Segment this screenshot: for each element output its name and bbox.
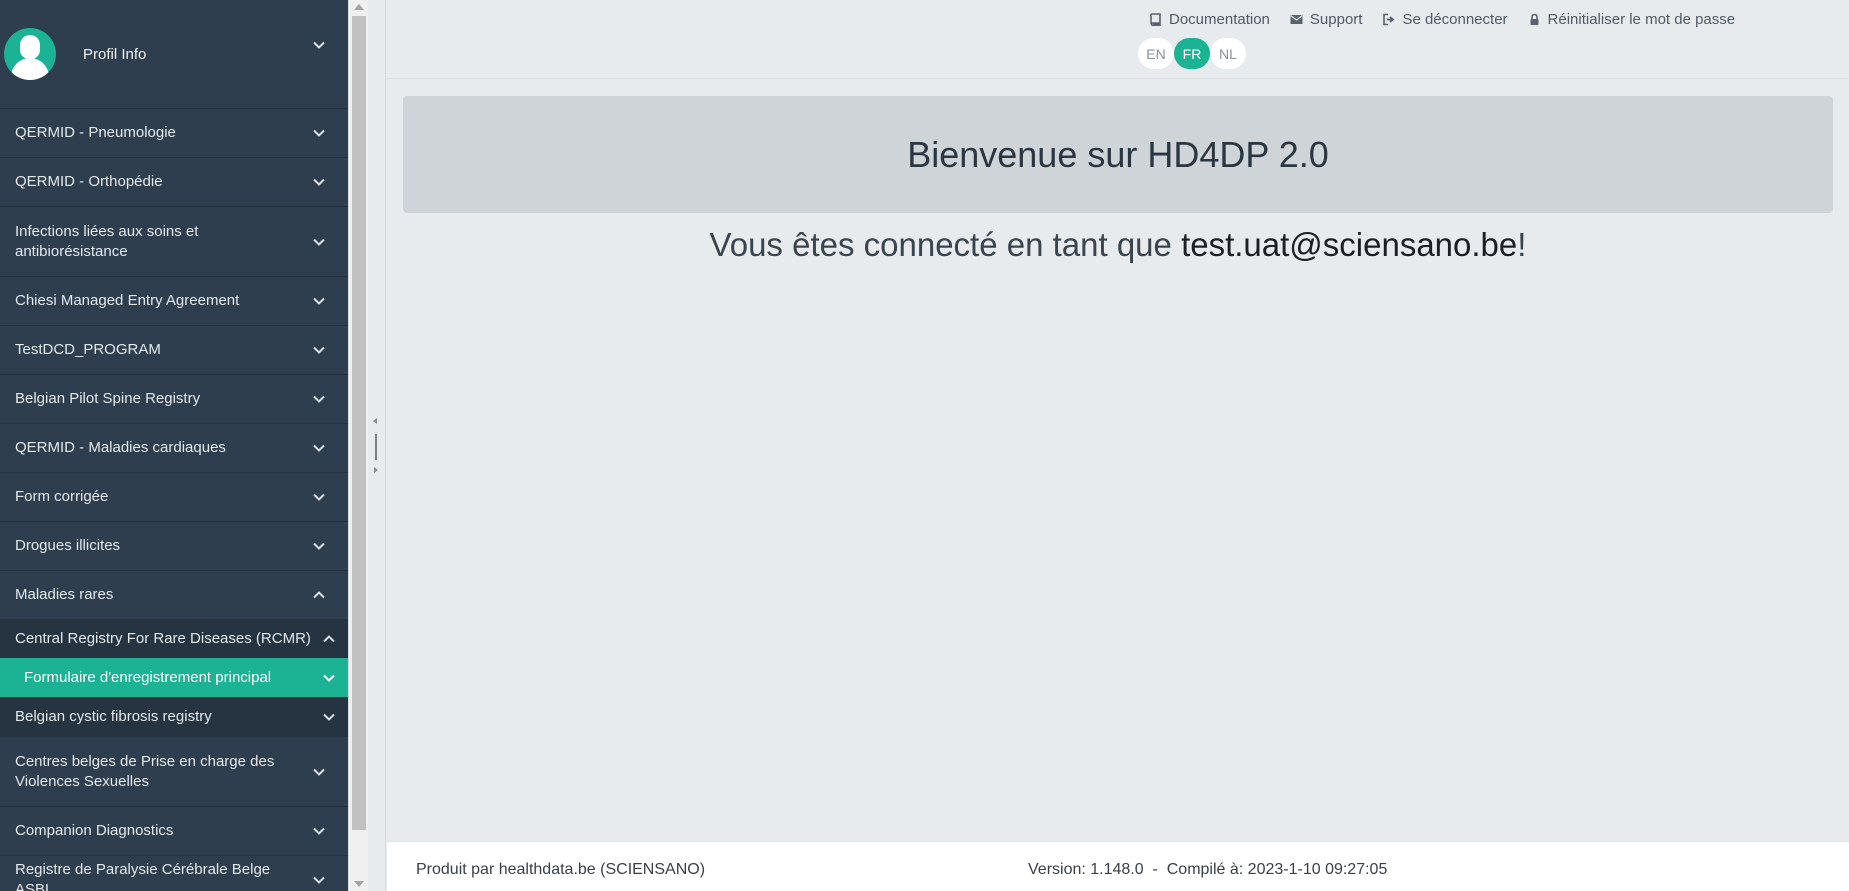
profile-label: Profil Info [83,45,147,63]
chevron-down-icon[interactable] [312,38,326,52]
footer-produced-by: Produit par healthdata.be (SCIENSANO) [416,861,706,878]
sidebar-item-label: QERMID - Maladies cardiaques [15,439,226,456]
connected-suffix: ! [1517,226,1527,263]
sidebar-subitem-cystic-fibrosis[interactable]: Belgian cystic fibrosis registry [0,697,348,736]
sidebar-scrollbar[interactable] [348,0,368,891]
sidebar-item-label: QERMID - Orthopédie [15,173,163,190]
user-email: test.uat@sciensano.be [1181,226,1518,263]
chevron-down-icon [312,343,326,357]
sidebar: Profil Info QERMID - Pneumologie QERMID … [0,0,348,891]
sidebar-subitem-label: Central Registry For Rare Diseases (RCMR… [15,630,311,647]
envelope-icon [1290,15,1303,24]
sidebar-item-qermid-cardiaques[interactable]: QERMID - Maladies cardiaques [0,423,348,472]
sidebar-subitem-rcmr[interactable]: Central Registry For Rare Diseases (RCMR… [0,619,348,658]
sidebar-subitem-label: Formulaire d'enregistrement principal [24,669,272,686]
chevron-down-icon [312,441,326,455]
top-links: Documentation Support Se déconnecter Réi… [1149,11,1735,28]
sidebar-item-label: Form corrigée [15,488,109,505]
scrollbar-thumb[interactable] [352,16,366,830]
scroll-down-arrow-icon[interactable] [354,881,364,887]
sidebar-item-label: QERMID - Pneumologie [15,124,176,141]
chevron-down-icon [322,710,336,724]
documentation-link[interactable]: Documentation [1149,11,1270,28]
profile-section[interactable]: Profil Info [0,0,348,108]
sidebar-item-drogues-illicites[interactable]: Drogues illicites [0,521,348,570]
drag-handle-icon[interactable] [375,434,377,460]
reset-password-link[interactable]: Réinitialiser le mot de passe [1528,11,1736,28]
sidebar-item-paralysie-cerebrale[interactable]: Registre de Paralysie Cérébrale Belge AS… [0,855,348,891]
chevron-up-icon [322,632,336,646]
lang-fr-button[interactable]: FR [1174,38,1210,69]
sign-out-icon [1383,13,1395,26]
chevron-down-icon [312,824,326,838]
chevron-down-icon [312,873,326,887]
sidebar-item-label: Chiesi Managed Entry Agreement [15,292,240,309]
support-label: Support [1309,11,1363,28]
sidebar-item-violences-sexuelles[interactable]: Centres belges de Prise en charge des Vi… [0,736,348,806]
chevron-up-icon [312,588,326,602]
footer-version: Version: 1.148.0 - Compilé à: 2023-1-10 … [1028,861,1388,878]
chevron-down-icon [312,126,326,140]
sidebar-item-label: Registre de Paralysie Cérébrale Belge AS… [15,861,271,891]
sidebar-item-label: Belgian Pilot Spine Registry [15,390,201,407]
logout-label: Se déconnecter [1402,11,1508,28]
lang-nl-button[interactable]: NL [1210,38,1246,69]
documentation-label: Documentation [1169,11,1270,28]
collapse-left-icon[interactable] [373,418,377,424]
scroll-up-arrow-icon[interactable] [354,4,364,10]
sidebar-item-label: Centres belges de Prise en charge des Vi… [15,752,275,790]
sidebar-item-label: Maladies rares [15,586,114,603]
welcome-title: Bienvenue sur HD4DP 2.0 [907,133,1329,175]
connected-as-text: Vous êtes connecté en tant que test.uat@… [403,226,1833,264]
sidebar-item-infections[interactable]: Infections liées aux soins et antibiorés… [0,206,348,276]
chevron-down-icon [312,392,326,406]
panel-splitter[interactable] [368,0,386,891]
chevron-down-icon [312,175,326,189]
chevron-down-icon [312,294,326,308]
chevron-down-icon [312,539,326,553]
lang-en-button[interactable]: EN [1138,38,1174,69]
sidebar-item-label: Drogues illicites [15,537,121,554]
reset-password-label: Réinitialiser le mot de passe [1547,11,1736,28]
avatar [4,28,56,80]
chevron-down-icon [312,765,326,779]
lock-icon [1530,13,1539,25]
sidebar-item-companion-diagnostics[interactable]: Companion Diagnostics [0,806,348,855]
sidebar-item-chiesi[interactable]: Chiesi Managed Entry Agreement [0,276,348,325]
welcome-banner: Bienvenue sur HD4DP 2.0 [403,96,1833,213]
book-icon [1150,13,1161,26]
expand-right-icon[interactable] [374,467,378,473]
chevron-down-icon [322,671,336,685]
main-content: Documentation Support Se déconnecter Réi… [387,0,1849,891]
sidebar-item-qermid-pneumologie[interactable]: QERMID - Pneumologie [0,108,348,157]
sidebar-item-maladies-rares[interactable]: Maladies rares [0,570,348,619]
sidebar-item-label: Infections liées aux soins et antibiorés… [15,222,199,260]
chevron-down-icon [312,490,326,504]
sidebar-item-form-corrigee[interactable]: Form corrigée [0,472,348,521]
language-switcher: EN FR NL [1138,38,1246,69]
sidebar-subitem-formulaire-principal[interactable]: Formulaire d'enregistrement principal [0,658,348,697]
logout-link[interactable]: Se déconnecter [1382,11,1508,28]
sidebar-item-qermid-orthopedie[interactable]: QERMID - Orthopédie [0,157,348,206]
top-bar: Documentation Support Se déconnecter Réi… [387,0,1849,79]
chevron-down-icon [312,235,326,249]
sidebar-item-label: Companion Diagnostics [15,822,174,839]
sidebar-item-label: TestDCD_PROGRAM [15,341,161,358]
sidebar-subitem-label: Belgian cystic fibrosis registry [15,708,212,725]
sidebar-item-belgian-pilot-spine[interactable]: Belgian Pilot Spine Registry [0,374,348,423]
footer: Produit par healthdata.be (SCIENSANO) Ve… [387,841,1849,891]
support-link[interactable]: Support [1290,11,1363,28]
sidebar-item-testdcd-program[interactable]: TestDCD_PROGRAM [0,325,348,374]
connected-prefix: Vous êtes connecté en tant que [709,226,1182,263]
